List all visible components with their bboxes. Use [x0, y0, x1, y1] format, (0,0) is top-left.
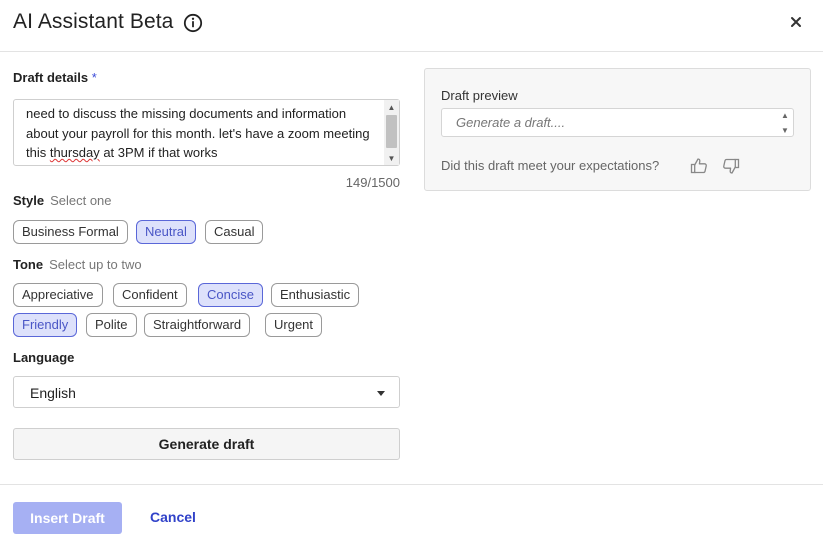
style-option-business-formal[interactable]: Business Formal — [13, 220, 128, 244]
required-marker: * — [91, 70, 97, 85]
generate-draft-button[interactable]: Generate draft — [13, 428, 400, 460]
tone-option-urgent[interactable]: Urgent — [265, 313, 323, 337]
tone-option-enthusiastic[interactable]: Enthusiastic — [271, 283, 360, 307]
tone-option-friendly[interactable]: Friendly — [13, 313, 78, 337]
dialog-title: AI Assistant Beta — [13, 10, 174, 33]
tone-option-appreciative[interactable]: Appreciative — [13, 283, 103, 307]
draft-details-label-text: Draft details — [13, 70, 89, 85]
draft-preview-panel: Draft preview Generate a draft.... ▲ ▼ Di… — [424, 68, 811, 191]
close-icon — [790, 15, 802, 33]
scroll-down-arrow-icon[interactable]: ▼ — [384, 151, 399, 165]
draft-preview-field[interactable]: Generate a draft.... ▲ ▼ — [441, 108, 794, 137]
misspelled-word: thursday — [49, 145, 100, 160]
scroll-thumb[interactable] — [386, 115, 397, 148]
dialog-header: AI Assistant Beta — [0, 0, 823, 52]
cancel-button[interactable]: Cancel — [150, 509, 196, 525]
style-option-neutral[interactable]: Neutral — [136, 220, 196, 244]
language-selected-value: English — [30, 385, 76, 401]
draft-details-text[interactable]: need to discuss the missing documents an… — [26, 104, 378, 163]
dialog-footer: Insert Draft Cancel — [0, 484, 823, 543]
tone-option-confident[interactable]: Confident — [113, 283, 187, 307]
insert-draft-button[interactable]: Insert Draft — [13, 502, 122, 534]
language-select[interactable]: English — [13, 376, 400, 408]
caret-down-icon — [377, 391, 385, 396]
close-button[interactable] — [784, 12, 808, 36]
tone-hint: Select up to two — [49, 257, 142, 272]
draft-text-end: at 3PM if that works — [99, 145, 218, 160]
style-hint: Select one — [50, 193, 112, 208]
draft-preview-label: Draft preview — [441, 88, 518, 103]
thumbs-down-icon[interactable] — [722, 157, 740, 175]
style-option-casual[interactable]: Casual — [205, 220, 264, 244]
tone-option-polite[interactable]: Polite — [86, 313, 137, 337]
character-counter: 149/1500 — [345, 175, 400, 190]
draft-details-label: Draft details * — [13, 70, 97, 85]
preview-spinner-arrows-icon[interactable]: ▲ ▼ — [779, 111, 791, 135]
style-label-text: Style — [13, 193, 45, 208]
tone-label: Tone Select up to two — [13, 257, 142, 272]
feedback-question: Did this draft meet your expectations? — [441, 158, 660, 173]
draft-preview-placeholder: Generate a draft.... — [456, 115, 566, 130]
tone-option-straightforward[interactable]: Straightforward — [144, 313, 251, 337]
style-label: Style Select one — [13, 193, 112, 208]
info-circle-icon[interactable] — [183, 13, 203, 33]
scroll-up-arrow-icon[interactable]: ▲ — [384, 100, 399, 114]
thumbs-up-icon[interactable] — [690, 157, 708, 175]
tone-label-text: Tone — [13, 257, 44, 272]
draft-details-textarea[interactable]: need to discuss the missing documents an… — [13, 99, 400, 166]
textarea-scrollbar[interactable]: ▲ ▼ — [384, 100, 399, 165]
language-label: Language — [13, 350, 75, 365]
tone-option-concise[interactable]: Concise — [198, 283, 263, 307]
